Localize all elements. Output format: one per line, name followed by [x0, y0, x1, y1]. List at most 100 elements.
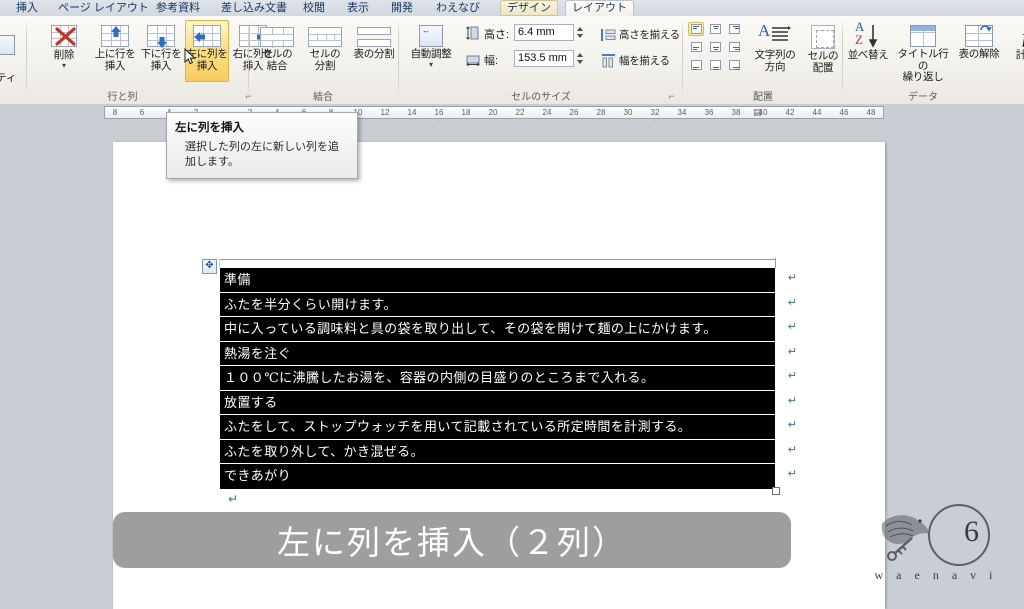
- sort-button[interactable]: A Z 並べ替え: [844, 20, 892, 82]
- ruler-num-20: 32: [650, 108, 660, 117]
- table-cell-text: 放置する: [224, 394, 278, 410]
- table-resize-handle[interactable]: [772, 487, 780, 495]
- bird-key-icon: [881, 515, 930, 561]
- insert-column-left-line2: 挿入: [196, 59, 218, 72]
- align-top-left-button[interactable]: [688, 22, 704, 36]
- table-row[interactable]: ふたを取り外して、かき混ぜる。 ↵: [218, 439, 797, 464]
- cell-margins-line1: セルの: [807, 50, 839, 62]
- table-row[interactable]: ふたをして、ストップウォッチを用いて記載されている所定時間を計測する。 ↵: [218, 415, 797, 440]
- merge-cells-button[interactable]: セルの 結合: [254, 20, 300, 82]
- split-cells-button[interactable]: セルの 分割: [302, 20, 348, 82]
- ruler-num-15: 22: [515, 108, 525, 117]
- align-middle-center-button[interactable]: [707, 40, 723, 54]
- insert-column-left-button[interactable]: 左に列を 挿入: [185, 20, 229, 82]
- cell-margins-line2: 配置: [812, 61, 834, 74]
- tab-view[interactable]: 表示: [341, 0, 375, 16]
- table-cell-text: 熱湯を注ぐ: [224, 345, 292, 361]
- tooltip-title: 左に列を挿入: [175, 122, 244, 134]
- tab-developer[interactable]: 開発: [385, 0, 419, 16]
- text-direction-button[interactable]: A 文字列の 方向: [750, 20, 800, 82]
- ribbon-group-merge: セルの 結合 セルの 分割 表の分割 結合: [250, 16, 396, 104]
- align-top-center-button[interactable]: [707, 22, 723, 36]
- row-height-spinner[interactable]: [575, 24, 584, 41]
- distribute-rows-icon: [601, 29, 616, 41]
- ruler-num-17: 26: [569, 108, 579, 117]
- column-width-label: 幅:: [484, 55, 499, 67]
- ribbon-group-alignment: A 文字列の 方向 セルの 配置 配置: [684, 16, 842, 104]
- tab-table-design[interactable]: デザイン: [500, 0, 558, 16]
- align-bottom-center-button[interactable]: [707, 58, 723, 72]
- column-width-field[interactable]: 幅: 153.5 mm: [466, 50, 592, 68]
- table-cell-text: ふたを取り外して、かき混ぜる。: [224, 443, 424, 459]
- tab-insert[interactable]: 挿入: [10, 0, 44, 16]
- ruler-num-19: 30: [623, 108, 633, 117]
- table-properties-icon[interactable]: [0, 34, 22, 66]
- column-width-input[interactable]: 153.5 mm: [514, 50, 574, 67]
- autofit-label: 自動調整: [410, 48, 452, 60]
- text-direction-line2: 方向: [764, 60, 786, 73]
- paragraph-mark-icon: ↵: [787, 345, 797, 358]
- ruler-num-23: 38: [731, 108, 741, 117]
- tab-table-layout[interactable]: レイアウト: [565, 0, 634, 16]
- insert-row-below-line2: 挿入: [150, 59, 172, 72]
- tab-review[interactable]: 校閲: [297, 0, 331, 16]
- arrow-left-icon: [194, 32, 205, 42]
- row-height-input[interactable]: 6.4 mm: [514, 24, 574, 41]
- convert-to-text-button[interactable]: 表の解除: [954, 20, 1004, 82]
- row-height-field[interactable]: 高さ: 6.4 mm: [466, 24, 592, 42]
- repeat-header-rows-button[interactable]: タイトル行の 繰り返し: [892, 20, 954, 83]
- logo-glyph: 6: [964, 515, 979, 548]
- column-width-spinner[interactable]: [575, 50, 584, 67]
- table-cell-text: １００℃に沸騰したお湯を、容器の内側の目盛りのところまで入れる。: [224, 370, 655, 385]
- ruler-indent-marker-icon[interactable]: ▤: [753, 107, 762, 118]
- delete-button[interactable]: 削除 ▾: [41, 20, 87, 82]
- distribute-columns-button[interactable]: 幅を揃える: [598, 50, 682, 70]
- insert-column-left-line1: 左に列を: [186, 48, 228, 60]
- insert-row-below-button[interactable]: 下に行を 挿入: [139, 20, 183, 82]
- paragraph-mark-icon: ↵: [787, 321, 797, 333]
- autofit-button[interactable]: ↔ 自動調整 ▾: [406, 20, 456, 82]
- tab-references[interactable]: 参考資料: [150, 0, 206, 16]
- cell-size-dialog-launcher[interactable]: ⌐: [666, 91, 677, 102]
- logo-wordmark: w a e n a v i: [874, 568, 998, 582]
- column-width-icon: [466, 55, 480, 66]
- cell-margins-button[interactable]: セルの 配置: [802, 20, 844, 82]
- table-row[interactable]: ふたを半分くらい開けます。 ↵: [218, 292, 797, 317]
- align-top-right-button[interactable]: [726, 22, 742, 36]
- table-move-handle[interactable]: ✥: [202, 259, 217, 274]
- table-row[interactable]: 熱湯を注ぐ ↵: [218, 341, 797, 366]
- repeat-header-rows-line1: タイトル行の: [897, 48, 949, 72]
- ruler-num-27: 46: [839, 108, 849, 117]
- split-table-button[interactable]: 表の分割: [350, 20, 398, 82]
- repeat-header-rows-line2: 繰り返し: [902, 71, 944, 83]
- group-label-cell-size: セルのサイズ: [511, 92, 571, 103]
- align-middle-left-button[interactable]: [688, 40, 704, 54]
- group-label-data: データ: [908, 92, 938, 103]
- align-bottom-right-button[interactable]: [726, 58, 742, 72]
- merge-cells-line2: 結合: [266, 59, 288, 72]
- table-row[interactable]: １００℃に沸騰したお湯を、容器の内側の目盛りのところまで入れる。 ↵: [218, 366, 797, 391]
- distribute-rows-button[interactable]: 高さを揃える: [598, 24, 682, 44]
- table-row[interactable]: 放置する ↵: [218, 390, 797, 415]
- tab-page-layout[interactable]: ページ レイアウト: [52, 0, 155, 16]
- insert-row-above-button[interactable]: 上に行を 挿入: [93, 20, 137, 82]
- insert-row-below-line1: 下に行を: [140, 48, 182, 60]
- table-row[interactable]: 中に入っている調味料と具の袋を取り出して、その袋を開けて麺の上にかけます。 ↵: [218, 317, 797, 342]
- ribbon-group-data: A Z 並べ替え タイトル行の 繰り返し 表の解除 計 データ: [844, 16, 1024, 104]
- tab-waenavi[interactable]: わえなび: [430, 0, 486, 16]
- align-bottom-left-button[interactable]: [688, 58, 704, 72]
- paragraph-mark-icon: ↵: [787, 468, 797, 480]
- table-cell-text: できあがり: [224, 468, 292, 483]
- paragraph-mark-icon: ↵: [787, 296, 797, 309]
- table-row[interactable]: 準備 ↵: [218, 268, 797, 293]
- group-separator-3: [398, 20, 399, 96]
- autofit-dropdown-arrow-icon[interactable]: ▾: [407, 60, 455, 69]
- tab-mailings[interactable]: 差し込み文書: [215, 0, 293, 16]
- delete-dropdown-arrow-icon[interactable]: ▾: [42, 61, 86, 69]
- table-row[interactable]: できあがり ↵: [218, 464, 797, 489]
- table-cell-text: 中に入っている調味料と具の袋を取り出して、その袋を開けて麺の上にかけます。: [224, 321, 717, 336]
- arrow-up-icon: [111, 26, 121, 37]
- document-table[interactable]: 準備 ↵ ふたを半分くらい開けます。 ↵ 中に入っている調味料と具の袋を取り出し…: [218, 268, 797, 489]
- formula-button[interactable]: ƒ 計算: [1004, 20, 1024, 82]
- align-middle-right-button[interactable]: [726, 40, 742, 54]
